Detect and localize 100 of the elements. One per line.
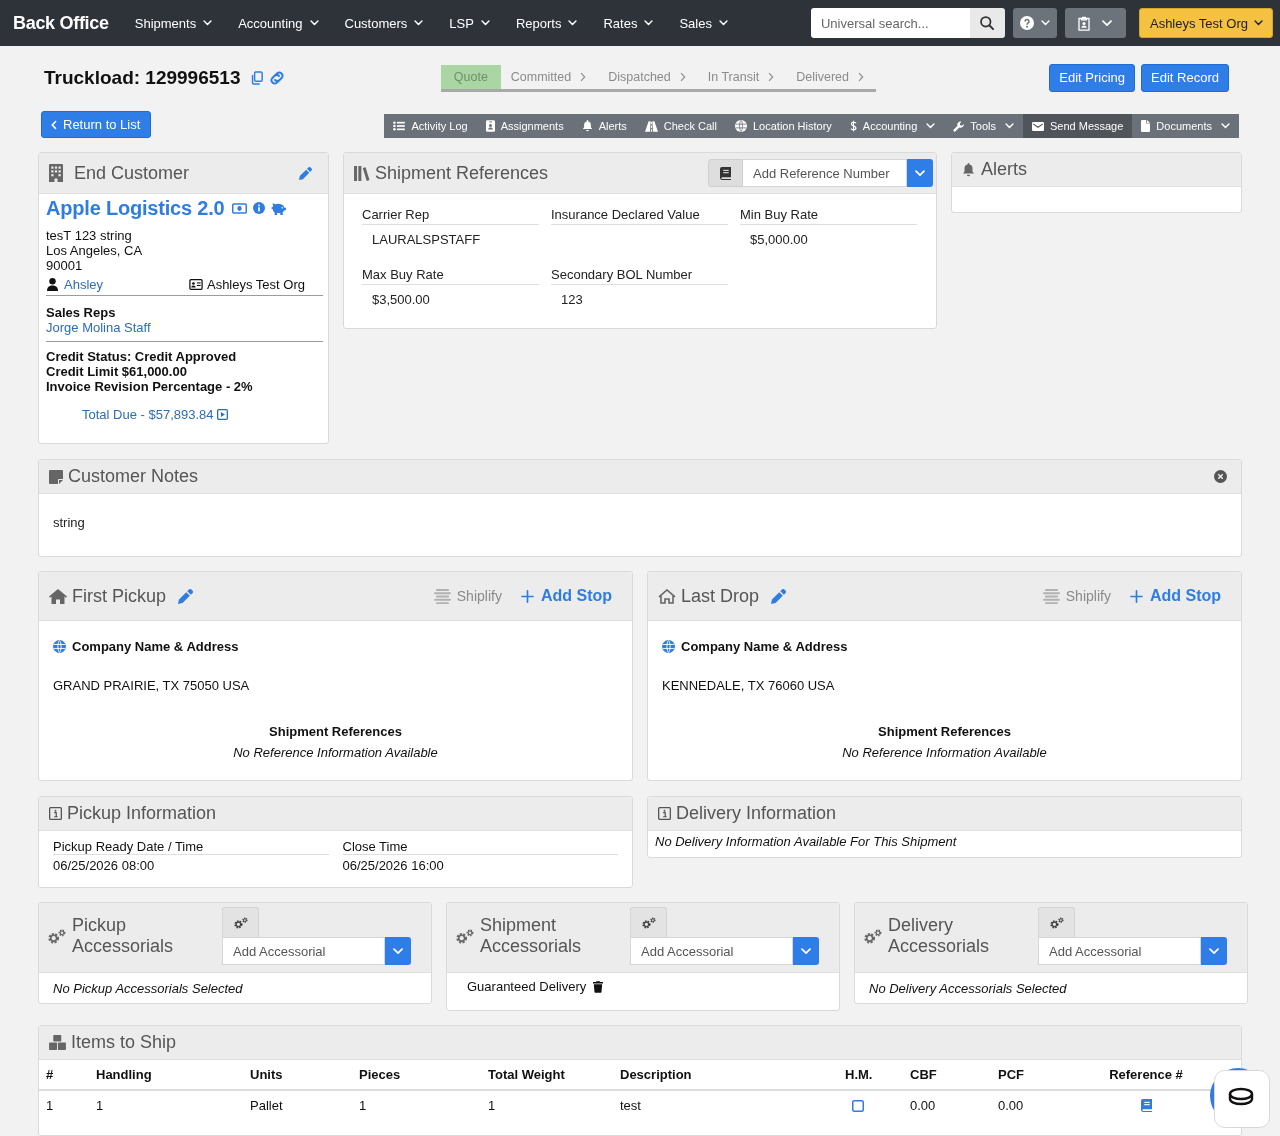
accessorial-field[interactable]: Add Accessorial xyxy=(1038,937,1201,965)
nav-menu-item[interactable]: Customers xyxy=(344,11,424,35)
chevron-down-icon xyxy=(1254,20,1263,26)
progress-step[interactable]: In Transit xyxy=(697,65,787,89)
company-name-link[interactable]: Apple Logistics 2.0 xyxy=(46,196,225,220)
empty-message: No Delivery Information Available For This Shipment xyxy=(654,833,958,851)
add-stop-button[interactable]: Add Stop xyxy=(520,587,612,605)
trash-icon[interactable] xyxy=(593,980,604,993)
return-button[interactable]: Return to List xyxy=(41,111,152,138)
chevron-right-icon xyxy=(679,72,686,82)
action-button[interactable]: Edit Pricing xyxy=(1049,63,1136,92)
floating-launcher-button[interactable] xyxy=(1210,1066,1270,1128)
toolbar-button[interactable]: Assignments xyxy=(476,114,573,138)
sales-reps-label: Sales Reps xyxy=(46,305,117,320)
action-button[interactable]: Edit Record xyxy=(1141,63,1229,92)
progress-step[interactable]: Delivered xyxy=(786,65,876,89)
sticky-note-icon xyxy=(49,469,63,484)
shipment-title: Truckload: 129996513 xyxy=(44,66,241,89)
search-field[interactable]: Universal search... xyxy=(810,8,970,38)
nav-menu-item[interactable]: LSP xyxy=(449,11,490,35)
book-icon xyxy=(720,166,731,180)
link-icon[interactable] xyxy=(270,70,285,85)
house-icon xyxy=(49,588,67,604)
bell-icon xyxy=(581,120,593,132)
toolbar-button[interactable]: Location History xyxy=(725,114,841,138)
pencil-icon[interactable] xyxy=(178,588,194,604)
brand-title[interactable]: Back Office xyxy=(13,12,109,34)
column-header: Handling xyxy=(89,1060,243,1090)
copy-icon[interactable] xyxy=(251,70,264,85)
road-icon xyxy=(644,120,658,132)
search-button[interactable] xyxy=(969,8,1005,38)
piggy-bank-icon[interactable] xyxy=(271,201,288,215)
cogs-icon xyxy=(1049,916,1064,929)
stop-address: GRAND PRAIRIE, TX 75050 USA xyxy=(53,678,251,693)
card-title: Delivery Accessorials xyxy=(888,915,991,957)
nav-menu-item[interactable]: Rates xyxy=(603,11,654,35)
progress-step[interactable]: Committed xyxy=(500,65,599,89)
section-label: Company Name & Address xyxy=(72,638,239,654)
sales-rep-link[interactable]: Jorge Molina Staff xyxy=(46,320,323,335)
house-icon xyxy=(658,588,676,604)
nav-menu-item[interactable]: Reports xyxy=(515,11,578,35)
add-stop-button[interactable]: Add Stop xyxy=(1129,587,1221,605)
toolbar-button[interactable]: Send Message xyxy=(1022,114,1133,138)
chevron-left-icon xyxy=(51,119,57,130)
toolbar-button[interactable]: Tools xyxy=(944,114,1023,138)
clipboard-button[interactable] xyxy=(1064,8,1126,38)
books-icon xyxy=(354,165,370,181)
info-icon xyxy=(49,807,62,820)
money-bill-icon[interactable] xyxy=(232,202,248,214)
chevron-down-icon xyxy=(718,20,728,26)
card-title: Last Drop xyxy=(681,585,760,607)
reference-book-button[interactable] xyxy=(708,159,743,187)
field-value: 123 xyxy=(560,292,584,307)
toolbar-button[interactable]: Check Call xyxy=(635,114,726,138)
nav-menu-item[interactable]: Sales xyxy=(679,11,728,35)
checkbox[interactable] xyxy=(852,1099,864,1112)
pencil-icon[interactable] xyxy=(771,588,787,604)
help-button[interactable] xyxy=(1012,8,1057,38)
toolbar-button[interactable]: Activity Log xyxy=(384,114,477,138)
chevron-down-icon xyxy=(309,20,319,26)
chevron-down-icon xyxy=(480,20,490,26)
empty-message: No Reference Information Available xyxy=(232,745,439,760)
field-value: LAURALSPSTAFF xyxy=(371,232,482,247)
book-icon[interactable] xyxy=(1140,1099,1152,1112)
field-label: Close Time xyxy=(342,839,618,855)
envelope-icon xyxy=(1031,121,1044,131)
field-label: Secondary BOL Number xyxy=(551,267,728,285)
toolbar-button[interactable]: Accounting xyxy=(840,114,945,138)
card-title: Alerts xyxy=(981,159,1027,180)
pencil-icon[interactable] xyxy=(299,166,312,180)
accessorial-field[interactable]: Add Accessorial xyxy=(222,937,385,965)
settings-tab-button[interactable] xyxy=(1038,907,1075,937)
settings-tab-button[interactable] xyxy=(222,907,259,937)
column-header: PCF xyxy=(991,1060,1084,1090)
column-header: Total Weight xyxy=(481,1060,613,1090)
nav-menu-item[interactable]: Shipments xyxy=(134,11,213,35)
field-value: 06/25/2026 16:00 xyxy=(342,858,445,873)
dropdown-button[interactable] xyxy=(1201,937,1227,965)
close-icon[interactable] xyxy=(1214,470,1227,483)
column-header: Reference # xyxy=(1084,1060,1208,1090)
settings-tab-button[interactable] xyxy=(630,907,667,937)
nav-menu-item[interactable]: Accounting xyxy=(238,11,319,35)
total-due-link[interactable]: Total Due - $57,893.84 xyxy=(82,407,228,422)
accessorial-field[interactable]: Add Accessorial xyxy=(630,937,793,965)
table-cell: 1 xyxy=(352,1090,481,1120)
cogs-icon xyxy=(864,928,882,944)
toolbar-button[interactable]: Documents xyxy=(1132,114,1239,138)
chevron-right-icon xyxy=(580,72,587,82)
reference-number-field[interactable]: Add Reference Number xyxy=(743,159,907,187)
toolbar-button[interactable]: Alerts xyxy=(572,114,636,138)
card-title: First Pickup xyxy=(72,585,167,607)
info-icon[interactable] xyxy=(253,202,266,214)
dropdown-button[interactable] xyxy=(385,937,411,965)
organization-button[interactable]: Ashleys Test Org xyxy=(1138,8,1273,38)
dropdown-button[interactable] xyxy=(907,159,933,187)
contact-link[interactable]: Ahsley xyxy=(64,276,104,292)
boxes-icon xyxy=(49,1035,66,1050)
column-header: CBF xyxy=(903,1060,991,1090)
progress-step[interactable]: Dispatched xyxy=(598,65,698,89)
dropdown-button[interactable] xyxy=(793,937,819,965)
